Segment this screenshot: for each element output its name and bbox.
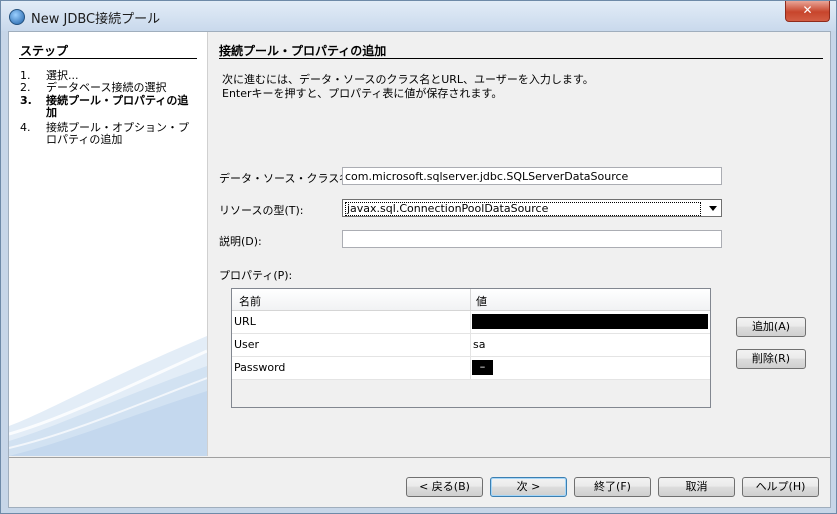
property-name[interactable]: Password (234, 361, 285, 374)
step-number: 2. (20, 81, 31, 94)
window-title: New JDBC接続プール (31, 12, 161, 27)
next-button[interactable]: 次 > (490, 477, 567, 497)
cell-divider (470, 334, 471, 356)
redacted-value[interactable]: – (472, 360, 493, 375)
steps-panel: ステップ 1. 選択... 2. データベース接続の選択 3. 接続プール・プロ… (9, 32, 208, 456)
footer-divider (9, 457, 830, 458)
decorative-wave-graphic (9, 336, 207, 456)
step-number: 4. (20, 121, 31, 134)
cancel-button[interactable]: 取消 (658, 477, 735, 497)
column-header-value[interactable]: 値 (476, 293, 487, 309)
properties-table: 名前 値 URL User sa Password – (231, 288, 711, 408)
redacted-value[interactable] (472, 314, 708, 329)
table-header: 名前 値 (232, 289, 710, 311)
property-name[interactable]: User (234, 338, 259, 351)
back-button[interactable]: < 戻る(B) (406, 477, 483, 497)
steps-divider (19, 58, 197, 59)
table-row[interactable]: Password – (232, 357, 710, 380)
finish-button[interactable]: 終了(F) (574, 477, 651, 497)
resource-type-select[interactable]: javax.sql.ConnectionPoolDataSource (342, 199, 722, 217)
property-name[interactable]: URL (234, 315, 256, 328)
add-property-button[interactable]: 追加(A) (736, 317, 806, 337)
title-bar: New JDBC接続プール ✕ (1, 1, 836, 31)
cell-divider (470, 357, 471, 379)
instruction-line-2: Enterキーを押すと、プロパティ表に値が保存されます。 (222, 87, 503, 100)
step-number: 3. (20, 94, 32, 107)
dialog-client: ステップ 1. 選択... 2. データベース接続の選択 3. 接続プール・プロ… (8, 31, 831, 508)
column-divider (470, 289, 471, 310)
step-label: データベース接続の選択 (46, 81, 167, 94)
step-label: 接続プール・オプション・プロパティの追加 (46, 121, 189, 146)
help-button[interactable]: ヘルプ(H) (742, 477, 819, 497)
table-row[interactable]: User sa (232, 334, 710, 357)
column-header-name[interactable]: 名前 (239, 293, 261, 309)
description-input[interactable] (342, 230, 722, 248)
section-divider (219, 58, 823, 59)
chevron-down-icon (709, 206, 717, 211)
cell-divider (470, 311, 471, 333)
properties-label: プロパティ(P): (219, 269, 293, 282)
property-value[interactable]: sa (473, 338, 485, 351)
resource-type-label: リソースの型(T): (219, 204, 304, 217)
datasource-class-input[interactable]: com.microsoft.sqlserver.jdbc.SQLServerDa… (342, 167, 722, 185)
section-title: 接続プール・プロパティの追加 (219, 44, 387, 58)
app-icon (9, 9, 25, 25)
close-button[interactable]: ✕ (785, 1, 830, 22)
dialog-window: New JDBC接続プール ✕ ステップ 1. 選択... 2. データベース接… (0, 0, 837, 514)
delete-property-button[interactable]: 削除(R) (736, 349, 806, 369)
description-label: 説明(D): (219, 235, 262, 248)
table-row[interactable]: URL (232, 311, 710, 334)
step-label: 接続プール・プロパティの追加 (46, 94, 189, 119)
resource-type-value: javax.sql.ConnectionPoolDataSource (345, 202, 701, 216)
steps-title: ステップ (20, 44, 69, 58)
content-panel: 接続プール・プロパティの追加 次に進むには、データ・ソースのクラス名とURL、ユ… (208, 32, 830, 456)
